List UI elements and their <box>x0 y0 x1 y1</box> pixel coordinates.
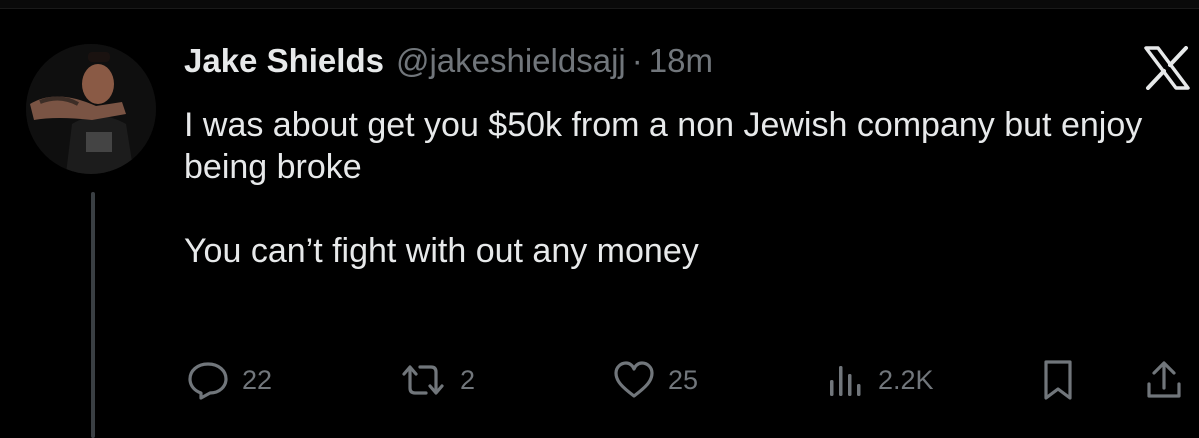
action-bar: 22 2 25 2.2K <box>0 356 1199 404</box>
timestamp[interactable]: 18m <box>649 42 713 80</box>
bookmark-icon <box>1040 358 1076 402</box>
repost-count: 2 <box>460 364 476 395</box>
views-button[interactable]: 2.2K <box>826 356 934 404</box>
reply-count: 22 <box>242 364 273 395</box>
share-icon <box>1144 358 1184 402</box>
tweet-text-paragraph-2: You can’t fight with out any money <box>184 232 699 270</box>
like-button[interactable]: 25 <box>612 356 698 404</box>
author-name[interactable]: Jake Shields <box>184 42 384 80</box>
avatar[interactable] <box>26 44 156 174</box>
tweet-text: I was about get you $50k from a non Jewi… <box>184 104 1144 272</box>
tweet-header: Jake Shields @jakeshieldsajj · 18m <box>184 42 713 86</box>
x-logo-icon <box>1142 46 1192 90</box>
repost-icon <box>398 360 448 400</box>
bookmark-button[interactable] <box>1040 356 1076 404</box>
repost-button[interactable]: 2 <box>398 356 475 404</box>
like-count: 25 <box>668 364 699 395</box>
top-divider <box>0 0 1199 9</box>
views-count: 2.2K <box>878 364 934 395</box>
tweet-text-paragraph-1: I was about get you $50k from a non Jewi… <box>184 106 1143 186</box>
views-icon <box>826 360 866 400</box>
separator-dot: · <box>631 42 643 79</box>
reply-button[interactable]: 22 <box>186 356 272 404</box>
share-button[interactable] <box>1144 356 1184 404</box>
reply-icon <box>186 360 230 400</box>
heart-icon <box>612 360 656 400</box>
author-handle[interactable]: @jakeshieldsajj <box>396 42 626 80</box>
